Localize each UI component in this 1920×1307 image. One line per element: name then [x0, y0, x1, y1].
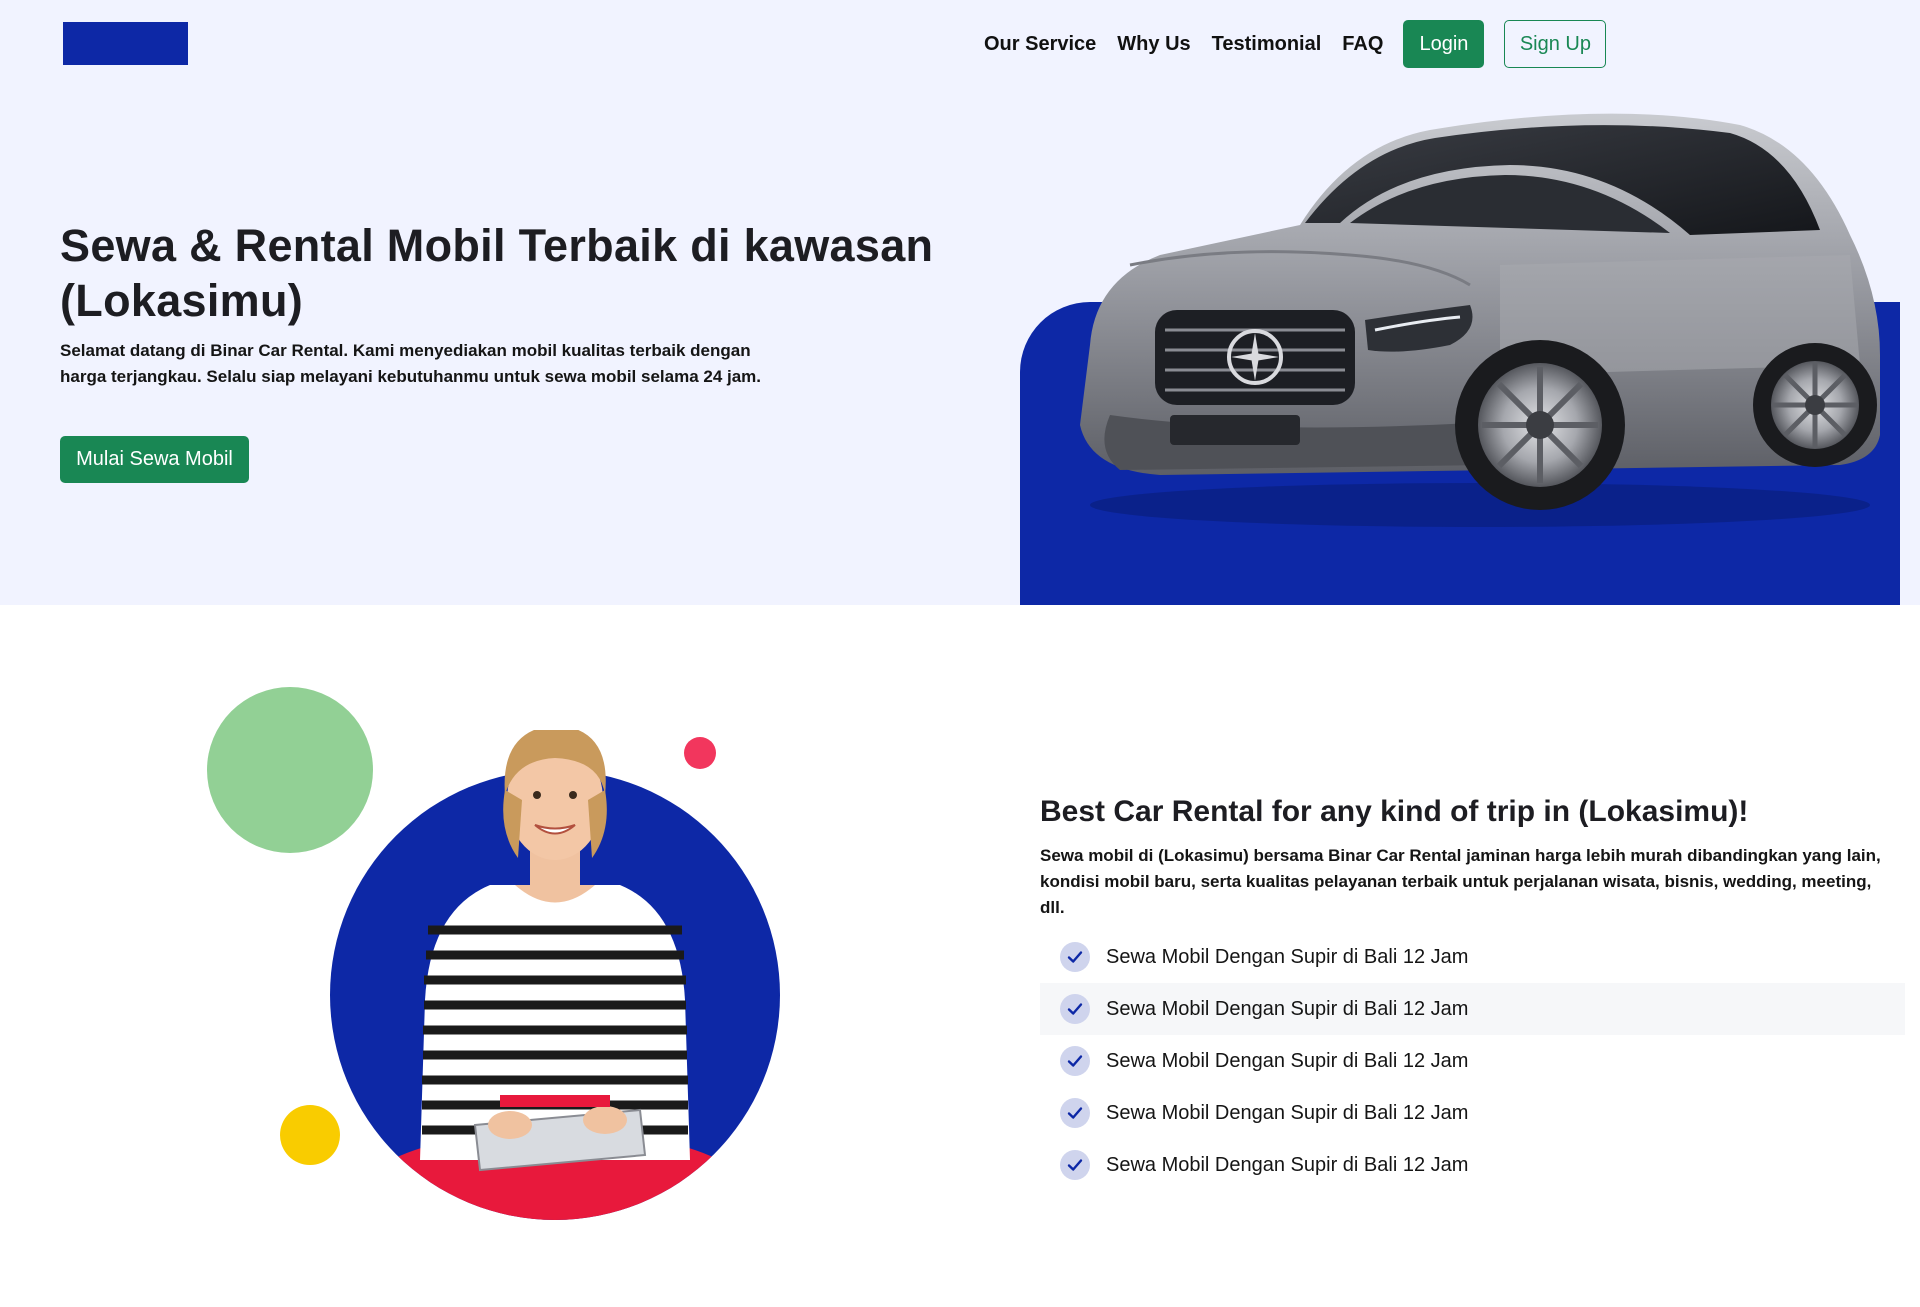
login-button[interactable]: Login: [1403, 20, 1485, 68]
feature-text: Sewa Mobil Dengan Supir di Bali 12 Jam: [1106, 1049, 1469, 1072]
list-item: Sewa Mobil Dengan Supir di Bali 12 Jam: [1040, 1035, 1905, 1087]
feature-list: Sewa Mobil Dengan Supir di Bali 12 Jam S…: [1040, 931, 1905, 1191]
check-circle-icon: [1060, 1098, 1090, 1128]
feature-text: Sewa Mobil Dengan Supir di Bali 12 Jam: [1106, 1153, 1469, 1176]
green-circle-decoration: [207, 687, 373, 853]
nav-why-us[interactable]: Why Us: [1117, 33, 1190, 56]
start-rental-button[interactable]: Mulai Sewa Mobil: [60, 436, 249, 483]
hero-description: Selamat datang di Binar Car Rental. Kami…: [60, 341, 762, 386]
check-circle-icon: [1060, 994, 1090, 1024]
list-item: Sewa Mobil Dengan Supir di Bali 12 Jam: [1040, 931, 1905, 983]
hero-section: Our Service Why Us Testimonial FAQ Login…: [0, 0, 1920, 605]
nav-faq[interactable]: FAQ: [1342, 33, 1383, 56]
list-item: Sewa Mobil Dengan Supir di Bali 12 Jam: [1040, 1139, 1905, 1191]
why-section-title: Best Car Rental for any kind of trip in …: [1040, 795, 1749, 828]
feature-text: Sewa Mobil Dengan Supir di Bali 12 Jam: [1106, 1101, 1469, 1124]
feature-text: Sewa Mobil Dengan Supir di Bali 12 Jam: [1106, 997, 1469, 1020]
yellow-dot-decoration: [280, 1105, 340, 1165]
nav-our-service[interactable]: Our Service: [984, 33, 1096, 56]
check-circle-icon: [1060, 1150, 1090, 1180]
red-dot-decoration: [684, 737, 716, 769]
feature-text: Sewa Mobil Dengan Supir di Bali 12 Jam: [1106, 945, 1469, 968]
check-circle-icon: [1060, 942, 1090, 972]
list-item: Sewa Mobil Dengan Supir di Bali 12 Jam: [1040, 1087, 1905, 1139]
hero-title: Sewa & Rental Mobil Terbaik di kawasan (…: [60, 220, 934, 326]
nav-testimonial[interactable]: Testimonial: [1212, 33, 1322, 56]
brand-logo[interactable]: [63, 22, 188, 65]
woman-with-tablet-image: [207, 687, 780, 1220]
car-image: [1080, 113, 1880, 527]
why-section-description: Sewa mobil di (Lokasimu) bersama Binar C…: [1040, 846, 1881, 917]
check-circle-icon: [1060, 1046, 1090, 1076]
signup-button[interactable]: Sign Up: [1504, 20, 1607, 68]
top-nav: Our Service Why Us Testimonial FAQ Login…: [984, 20, 1607, 68]
list-item: Sewa Mobil Dengan Supir di Bali 12 Jam: [1040, 983, 1905, 1035]
